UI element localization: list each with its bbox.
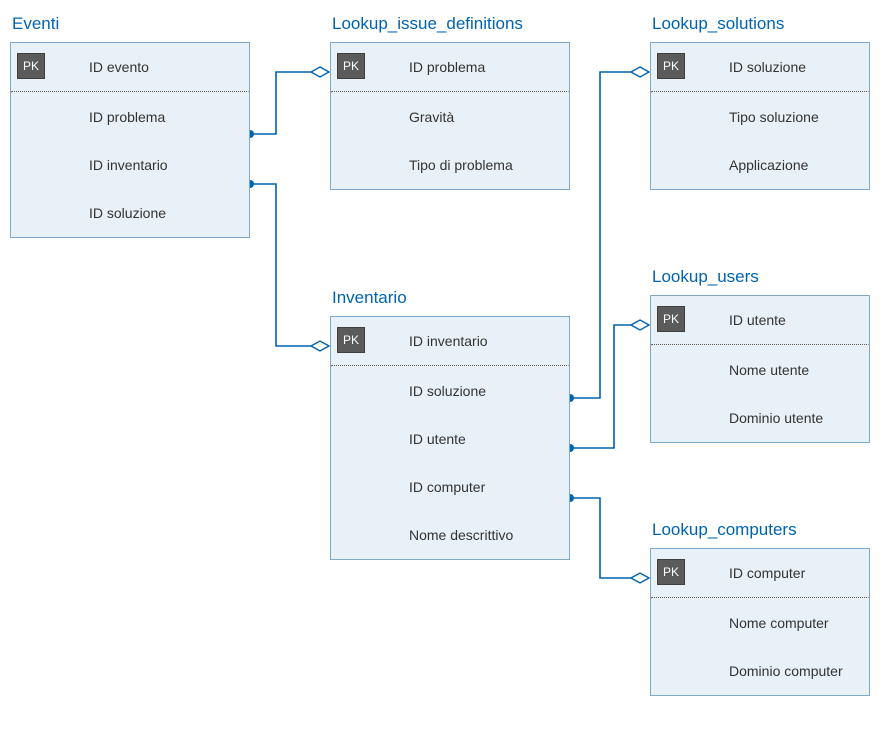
field-label: Gravità xyxy=(389,109,569,125)
field-label: Dominio computer xyxy=(709,663,869,679)
table-row[interactable]: Gravità xyxy=(331,93,569,141)
table-body: PK ID computer Nome computer Dominio com… xyxy=(650,548,870,696)
table-title: Lookup_solutions xyxy=(650,14,870,34)
table-row[interactable]: ID soluzione xyxy=(331,367,569,415)
field-label: ID problema xyxy=(389,59,569,75)
table-solutions[interactable]: Lookup_solutions PK ID soluzione Tipo so… xyxy=(650,14,870,190)
table-row[interactable]: ID computer xyxy=(331,463,569,511)
pk-badge: PK xyxy=(657,559,685,585)
field-label: Nome utente xyxy=(709,362,869,378)
table-title: Lookup_computers xyxy=(650,520,870,540)
field-label: Nome descrittivo xyxy=(389,527,569,543)
field-label: ID soluzione xyxy=(709,59,869,75)
table-users[interactable]: Lookup_users PK ID utente Nome utente Do… xyxy=(650,267,870,443)
field-label: ID soluzione xyxy=(389,383,569,399)
table-body: PK ID soluzione Tipo soluzione Applicazi… xyxy=(650,42,870,190)
table-row[interactable]: ID utente xyxy=(331,415,569,463)
table-row[interactable]: PK ID soluzione xyxy=(651,43,869,91)
table-row[interactable]: Tipo soluzione xyxy=(651,93,869,141)
field-label: ID computer xyxy=(389,479,569,495)
er-diagram-canvas: Eventi PK ID evento ID problema ID inven… xyxy=(0,0,882,744)
table-row[interactable]: PK ID problema xyxy=(331,43,569,91)
table-row[interactable]: Tipo di problema xyxy=(331,141,569,189)
field-label: ID inventario xyxy=(69,157,249,173)
table-row[interactable]: ID problema xyxy=(11,93,249,141)
table-row[interactable]: Applicazione xyxy=(651,141,869,189)
table-row[interactable]: PK ID inventario xyxy=(331,317,569,365)
table-row[interactable]: Nome descrittivo xyxy=(331,511,569,559)
table-row[interactable]: Nome utente xyxy=(651,346,869,394)
pk-col: PK xyxy=(11,43,69,91)
table-row[interactable]: PK ID utente xyxy=(651,296,869,344)
field-label: Tipo di problema xyxy=(389,157,569,173)
field-label: ID evento xyxy=(69,59,249,75)
table-row[interactable]: ID inventario xyxy=(11,141,249,189)
field-label: ID inventario xyxy=(389,333,569,349)
table-row[interactable]: PK ID evento xyxy=(11,43,249,91)
table-title: Lookup_users xyxy=(650,267,870,287)
table-inventario[interactable]: Inventario PK ID inventario ID soluzione… xyxy=(330,288,570,560)
field-label: Tipo soluzione xyxy=(709,109,869,125)
table-title: Eventi xyxy=(10,14,250,34)
table-body: PK ID utente Nome utente Dominio utente xyxy=(650,295,870,443)
field-label: Applicazione xyxy=(709,157,869,173)
pk-badge: PK xyxy=(337,53,365,79)
table-row[interactable]: Dominio utente xyxy=(651,394,869,442)
table-row[interactable]: Nome computer xyxy=(651,599,869,647)
field-label: Dominio utente xyxy=(709,410,869,426)
field-label: ID problema xyxy=(69,109,249,125)
table-row[interactable]: PK ID computer xyxy=(651,549,869,597)
table-computers[interactable]: Lookup_computers PK ID computer Nome com… xyxy=(650,520,870,696)
table-body: PK ID evento ID problema ID inventario I… xyxy=(10,42,250,238)
field-label: ID soluzione xyxy=(69,205,249,221)
table-body: PK ID inventario ID soluzione ID utente … xyxy=(330,316,570,560)
field-label: Nome computer xyxy=(709,615,869,631)
table-row[interactable]: Dominio computer xyxy=(651,647,869,695)
pk-badge: PK xyxy=(337,327,365,353)
pk-badge: PK xyxy=(657,53,685,79)
field-label: ID computer xyxy=(709,565,869,581)
table-eventi[interactable]: Eventi PK ID evento ID problema ID inven… xyxy=(10,14,250,238)
pk-badge: PK xyxy=(657,306,685,332)
field-label: ID utente xyxy=(709,312,869,328)
table-row[interactable]: ID soluzione xyxy=(11,189,249,237)
table-title: Inventario xyxy=(330,288,570,308)
table-title: Lookup_issue_definitions xyxy=(330,14,570,34)
field-label: ID utente xyxy=(389,431,569,447)
table-issue-definitions[interactable]: Lookup_issue_definitions PK ID problema … xyxy=(330,14,570,190)
pk-badge: PK xyxy=(17,53,45,79)
table-body: PK ID problema Gravità Tipo di problema xyxy=(330,42,570,190)
